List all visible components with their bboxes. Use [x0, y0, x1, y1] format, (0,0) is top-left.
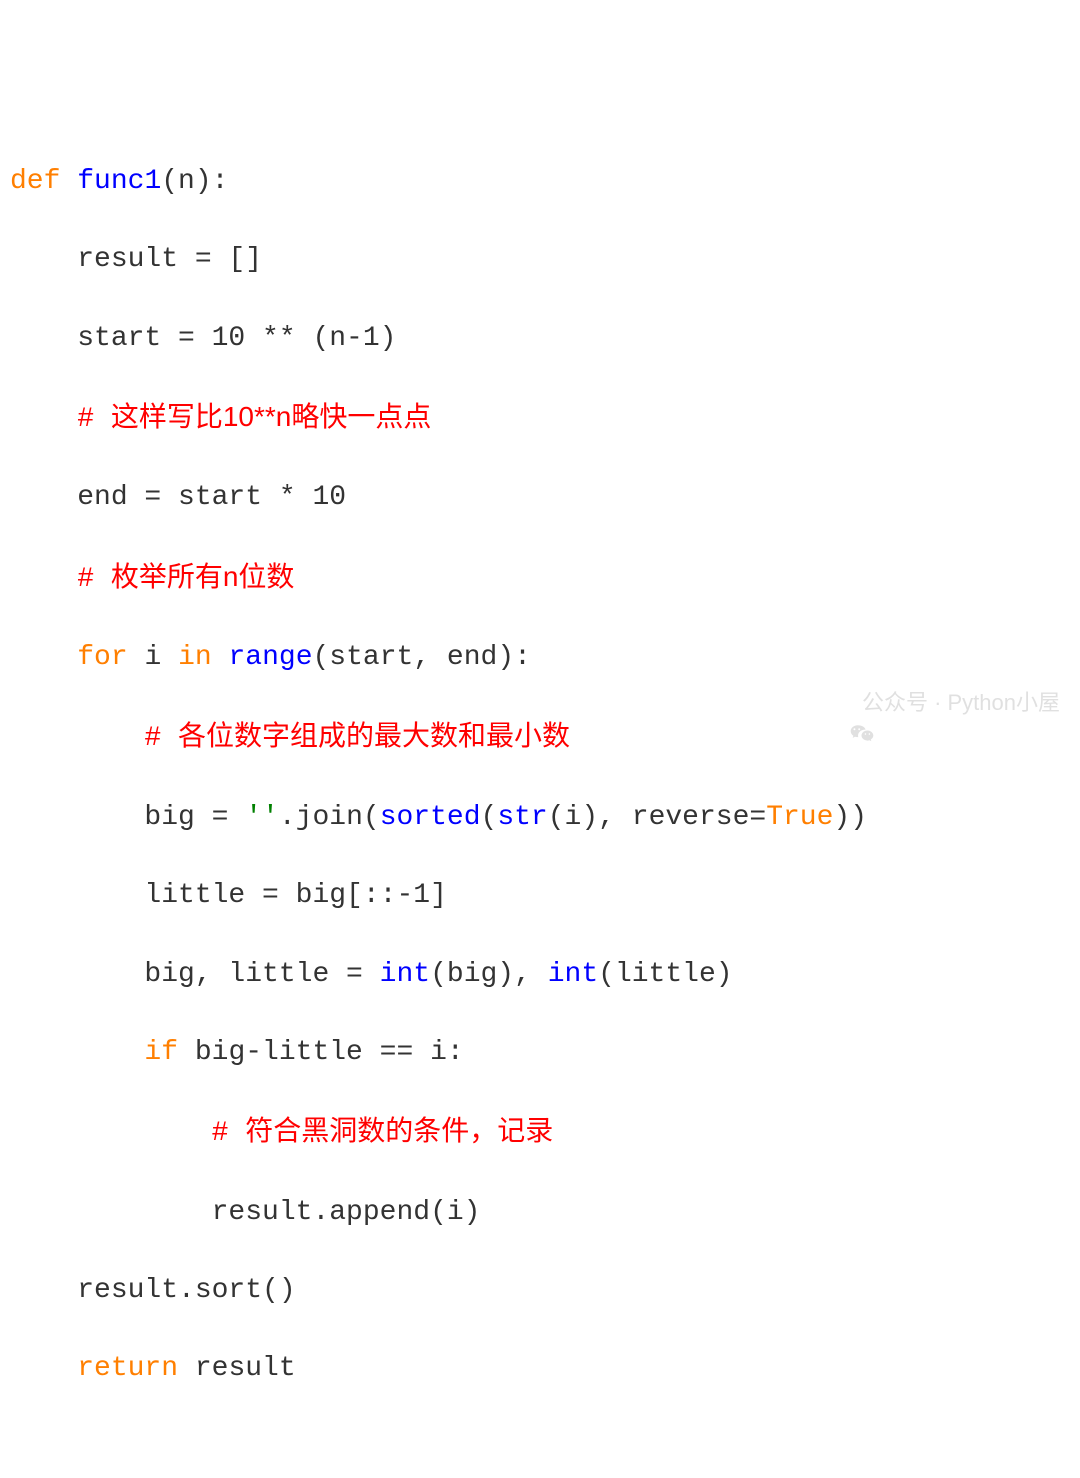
code-line-15: result.sort() — [10, 1271, 1070, 1310]
code-line-3: start = 10 ** (n-1) — [10, 319, 1070, 358]
code-line-13: # 符合黑洞数的条件，记录 — [10, 1111, 1070, 1153]
keyword-if: if — [144, 1037, 178, 1068]
code-line-9: big = ''.join(sorted(str(i), reverse=Tru… — [10, 798, 1070, 837]
comment-text: 各位数字组成的最大数和最小数 — [178, 720, 570, 751]
watermark-text: 公众号 · Python小屋 — [862, 688, 1060, 719]
code-line-14: result.append(i) — [10, 1193, 1070, 1232]
builtin-str: str — [497, 802, 547, 833]
code-line-12: if big-little == i: — [10, 1033, 1070, 1072]
wechat-icon — [822, 691, 854, 717]
code-line-6: # 枚举所有n位数 — [10, 557, 1070, 599]
code-line-4: # 这样写比10**n略快一点点 — [10, 397, 1070, 439]
bool-true: True — [766, 802, 833, 833]
code-line-1: def func1(n): — [10, 162, 1070, 201]
code-line-16: return result — [10, 1349, 1070, 1388]
code-line-2: result = [] — [10, 240, 1070, 279]
string-literal: '' — [245, 802, 279, 833]
code-line-8: # 各位数字组成的最大数和最小数 — [10, 716, 1070, 758]
code-line-7: for i in range(start, end): — [10, 638, 1070, 677]
keyword-in: in — [178, 642, 212, 673]
comment-text: 枚举所有n位数 — [111, 561, 295, 592]
builtin-int: int — [548, 959, 598, 990]
builtin-int: int — [380, 959, 430, 990]
comment-text: 符合黑洞数的条件，记录 — [245, 1115, 553, 1146]
comment-text: 这样写比10**n略快一点点 — [111, 401, 432, 432]
builtin-sorted: sorted — [380, 802, 481, 833]
code-line-5: end = start * 10 — [10, 478, 1070, 517]
keyword-return: return — [77, 1353, 178, 1384]
builtin-range: range — [228, 642, 312, 673]
watermark: 公众号 · Python小屋 — [822, 688, 1060, 719]
code-line-10: little = big[::-1] — [10, 876, 1070, 915]
function-name: func1 — [77, 166, 161, 197]
keyword-def: def — [10, 166, 60, 197]
keyword-for: for — [77, 642, 127, 673]
code-line-11: big, little = int(big), int(little) — [10, 955, 1070, 994]
